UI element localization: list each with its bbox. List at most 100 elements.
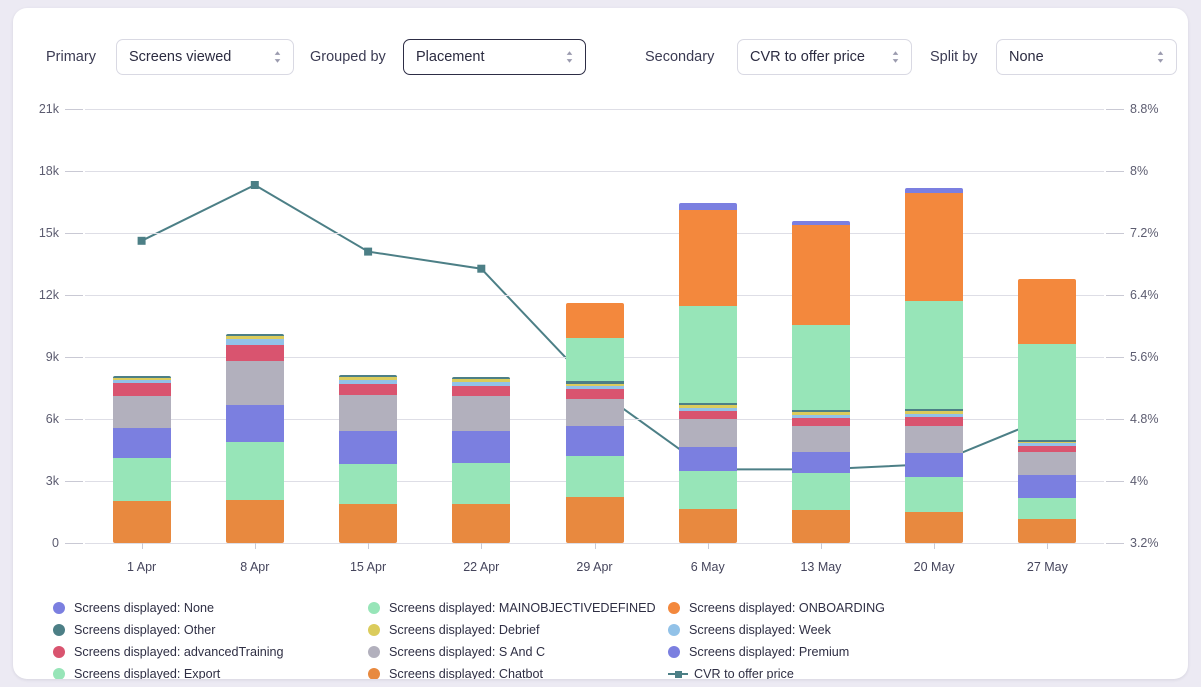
bar-6-may[interactable]	[678, 202, 737, 543]
bar-segment	[905, 453, 964, 477]
bar-segment	[112, 428, 171, 459]
legend-color-swatch-icon	[368, 602, 380, 614]
y-tick-mark	[65, 543, 83, 544]
legend-item-label: CVR to offer price	[694, 667, 794, 679]
bar-segment	[678, 470, 737, 509]
bar-segment	[678, 410, 737, 420]
legend-item-label: Screens displayed: Other	[74, 623, 216, 637]
bar-segment	[452, 503, 511, 543]
y-axis-tick-label: 12k	[38, 288, 59, 302]
legend-item[interactable]: Screens displayed: ONBOARDING	[668, 601, 885, 615]
bar-segment	[678, 306, 737, 404]
bar-segment	[225, 404, 284, 442]
bar-segment	[791, 452, 850, 473]
select-secondary[interactable]: CVR to offer price	[737, 39, 912, 75]
legend-color-swatch-icon	[368, 668, 380, 679]
y-axis-tick-label: 18k	[38, 164, 59, 178]
bar-22-apr[interactable]	[452, 376, 511, 543]
y-axis-tick-label: 3k	[45, 474, 59, 488]
legend-item[interactable]: Screens displayed: advancedTraining	[53, 645, 284, 659]
select-grouped-by[interactable]: Placement	[403, 39, 586, 75]
legend-item-label: Screens displayed: ONBOARDING	[689, 601, 885, 615]
bar-segment	[339, 464, 398, 504]
x-axis-tick-label: 29 Apr	[576, 560, 613, 574]
bar-segment	[225, 361, 284, 405]
bar-segment	[678, 202, 737, 210]
legend-color-swatch-icon	[53, 646, 65, 658]
y2-tick-mark	[1106, 481, 1124, 482]
bar-segment	[565, 426, 624, 457]
legend-item[interactable]: Screens displayed: Other	[53, 623, 215, 637]
y-tick-mark	[65, 109, 83, 110]
bar-segment	[112, 382, 171, 397]
x-axis-tick-label: 27 May	[1026, 560, 1068, 574]
bar-29-apr[interactable]	[565, 302, 624, 543]
bar-20-may[interactable]	[905, 188, 964, 543]
legend-item[interactable]: Screens displayed: Premium	[668, 645, 849, 659]
x-tick-mark	[708, 543, 709, 549]
y2-axis-tick-label: 5.6%	[1130, 350, 1159, 364]
y-axis-tick-label: 6k	[45, 412, 59, 426]
bar-27-may[interactable]	[1018, 279, 1077, 543]
bar-segment	[1018, 344, 1077, 441]
legend-color-swatch-icon	[53, 624, 65, 636]
y-tick-mark	[65, 357, 83, 358]
bar-segment	[225, 499, 284, 543]
chevron-updown-icon	[273, 49, 282, 65]
legend-color-swatch-icon	[368, 624, 380, 636]
legend-item-label: Screens displayed: Debrief	[389, 623, 540, 637]
bar-segment	[905, 416, 964, 427]
y2-axis-tick-label: 7.2%	[1130, 226, 1159, 240]
bar-segment	[565, 338, 624, 382]
x-tick-mark	[481, 543, 482, 549]
y2-axis-tick-label: 4.8%	[1130, 412, 1159, 426]
legend-item[interactable]: Screens displayed: Export	[53, 667, 220, 679]
legend-item[interactable]: CVR to offer price	[668, 667, 794, 679]
bar-segment	[112, 458, 171, 501]
select-primary[interactable]: Screens viewed	[116, 39, 294, 75]
bar-segment	[339, 503, 398, 543]
legend-item[interactable]: Screens displayed: None	[53, 601, 214, 615]
bar-segment	[452, 463, 511, 504]
legend-item[interactable]: Screens displayed: Chatbot	[368, 667, 543, 679]
select-split-by[interactable]: None	[996, 39, 1177, 75]
bar-segment	[678, 419, 737, 447]
legend-item[interactable]: Screens displayed: MAINOBJECTIVEDEFINED	[368, 601, 656, 615]
legend-item-label: Screens displayed: None	[74, 601, 215, 615]
x-tick-mark	[821, 543, 822, 549]
x-tick-mark	[595, 543, 596, 549]
x-tick-mark	[255, 543, 256, 549]
legend-item[interactable]: Screens displayed: Week	[668, 623, 831, 637]
y2-axis-tick-label: 6.4%	[1130, 288, 1159, 302]
bar-segment	[905, 476, 964, 512]
bar-segment	[565, 496, 624, 543]
cvr-line-marker[interactable]	[477, 264, 486, 273]
y-axis-tick-label: 21k	[38, 102, 59, 116]
legend-item-label: Screens displayed: Premium	[689, 645, 850, 659]
legend-color-swatch-icon	[668, 602, 680, 614]
bar-13-may[interactable]	[791, 221, 850, 543]
bar-segment	[791, 426, 850, 453]
y2-tick-mark	[1106, 233, 1124, 234]
bar-8-apr[interactable]	[225, 334, 284, 543]
legend-item[interactable]: Screens displayed: S And C	[368, 645, 545, 659]
y-tick-mark	[65, 171, 83, 172]
x-axis-tick-label: 13 May	[800, 560, 842, 574]
cvr-line-marker[interactable]	[250, 181, 259, 189]
bar-1-apr[interactable]	[112, 376, 171, 543]
chart-legend: Screens displayed: None Screens displayed…	[13, 586, 1188, 679]
y-tick-mark	[65, 295, 83, 296]
legend-item[interactable]: Screens displayed: Debrief	[368, 623, 540, 637]
legend-item-label: Screens displayed: advancedTraining	[74, 645, 284, 659]
control-label-split-by: Split by	[930, 49, 978, 65]
bar-segment	[1018, 519, 1077, 543]
legend-item-label: Screens displayed: Export	[74, 667, 221, 679]
select-value-primary: Screens viewed	[129, 49, 232, 65]
cvr-line-marker[interactable]	[137, 236, 146, 245]
bar-segment	[339, 431, 398, 465]
x-tick-mark	[934, 543, 935, 549]
legend-color-swatch-icon	[53, 602, 65, 614]
cvr-line-marker[interactable]	[364, 247, 373, 256]
bar-15-apr[interactable]	[339, 374, 398, 543]
y-tick-mark	[65, 419, 83, 420]
